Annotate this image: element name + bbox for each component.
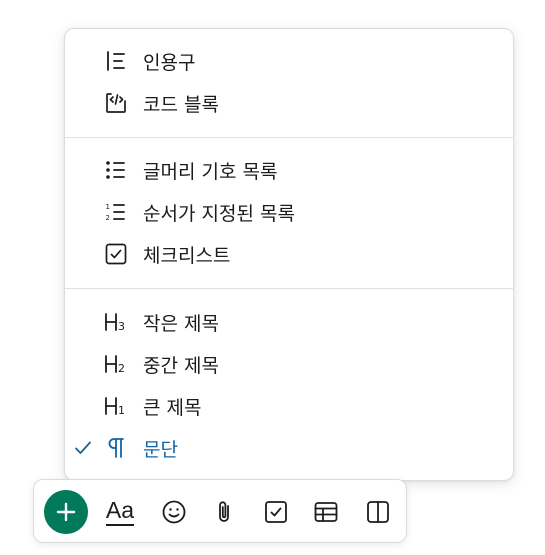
numbered-list-icon: 1 2 xyxy=(103,199,129,225)
text-format-icon: Aa xyxy=(105,496,135,523)
heading-3-icon: 3 xyxy=(103,309,129,335)
menu-item-label: 인용구 xyxy=(143,51,196,74)
paragraph-icon xyxy=(103,435,129,461)
menu-item-numbered-list[interactable]: 1 2 순서가 지정된 목록 xyxy=(65,192,513,232)
quote-icon xyxy=(103,48,129,74)
menu-item-label: 작은 제목 xyxy=(143,312,219,335)
menu-item-label: 체크리스트 xyxy=(143,244,231,267)
menu-item-paragraph[interactable]: 문단 xyxy=(65,428,513,468)
menu-item-label: 큰 제목 xyxy=(143,396,202,419)
table-icon xyxy=(313,499,339,525)
menu-item-label: 순서가 지정된 목록 xyxy=(143,202,295,225)
menu-item-label: 문단 xyxy=(143,438,178,461)
editor-stage: 인용구 코드 블록 글머리 기호 목록 1 2 순서가 지정된 목록 체크리스트… xyxy=(0,0,545,555)
menu-item-quote[interactable]: 인용구 xyxy=(65,41,513,81)
checkbox-icon xyxy=(263,499,289,525)
code-block-icon xyxy=(103,90,129,116)
menu-item-heading-medium[interactable]: 2 중간 제목 xyxy=(65,344,513,384)
checklist-button[interactable] xyxy=(256,492,296,532)
heading-2-icon: 2 xyxy=(103,351,129,377)
columns-icon xyxy=(365,499,391,525)
menu-item-heading-small[interactable]: 3 작은 제목 xyxy=(65,302,513,342)
menu-item-bulleted-list[interactable]: 글머리 기호 목록 xyxy=(65,150,513,190)
columns-button[interactable] xyxy=(358,492,398,532)
attach-file-button[interactable] xyxy=(204,492,244,532)
svg-text:3: 3 xyxy=(118,320,125,333)
text-format-underline xyxy=(106,524,134,526)
menu-item-label: 코드 블록 xyxy=(143,93,219,116)
menu-divider xyxy=(65,288,513,289)
composer-toolbar: Aa xyxy=(33,479,407,543)
checklist-icon xyxy=(103,241,129,267)
svg-text:1: 1 xyxy=(118,404,125,417)
menu-item-checklist[interactable]: 체크리스트 xyxy=(65,234,513,274)
attachment-icon xyxy=(212,499,236,525)
menu-item-heading-large[interactable]: 1 큰 제목 xyxy=(65,386,513,426)
emoji-button[interactable] xyxy=(154,492,194,532)
menu-item-code-block[interactable]: 코드 블록 xyxy=(65,83,513,123)
svg-text:2: 2 xyxy=(118,362,125,375)
heading-1-icon: 1 xyxy=(103,393,129,419)
selected-check-icon xyxy=(73,438,93,458)
svg-text:1: 1 xyxy=(106,203,110,211)
text-format-button[interactable]: Aa xyxy=(100,492,140,532)
bulleted-list-icon xyxy=(103,157,129,183)
table-button[interactable] xyxy=(306,492,346,532)
emoji-icon xyxy=(161,499,187,525)
plus-icon xyxy=(55,501,77,523)
block-format-menu: 인용구 코드 블록 글머리 기호 목록 1 2 순서가 지정된 목록 체크리스트… xyxy=(64,28,514,481)
menu-divider xyxy=(65,137,513,138)
menu-item-label: 중간 제목 xyxy=(143,354,219,377)
svg-text:2: 2 xyxy=(106,214,110,222)
menu-item-label: 글머리 기호 목록 xyxy=(143,160,278,183)
add-button[interactable] xyxy=(44,490,88,534)
